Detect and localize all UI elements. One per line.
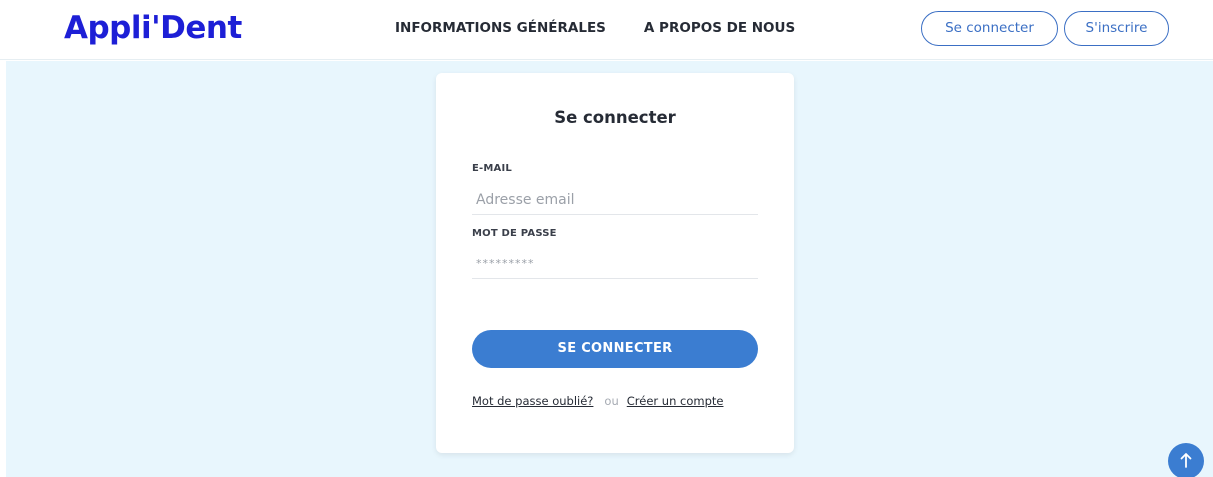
password-input[interactable] bbox=[472, 249, 758, 279]
arrow-up-icon bbox=[1180, 453, 1192, 468]
password-label: MOT DE PASSE bbox=[472, 228, 557, 239]
create-account-link[interactable]: Créer un compte bbox=[627, 394, 724, 408]
header-login-button[interactable]: Se connecter bbox=[921, 11, 1058, 46]
login-card: Se connecter E-MAIL MOT DE PASSE SE CONN… bbox=[436, 73, 794, 453]
email-label: E-MAIL bbox=[472, 163, 512, 174]
nav-link-about-us[interactable]: A PROPOS DE NOUS bbox=[644, 19, 795, 37]
main-nav: INFORMATIONS GÉNÉRALES A PROPOS DE NOUS bbox=[395, 19, 795, 37]
login-title: Se connecter bbox=[554, 108, 676, 127]
email-input[interactable] bbox=[472, 185, 758, 215]
site-header: Appli'Dent INFORMATIONS GÉNÉRALES A PROP… bbox=[0, 0, 1213, 60]
header-signup-button[interactable]: S'inscrire bbox=[1064, 11, 1169, 46]
submit-login-button[interactable]: SE CONNECTER bbox=[472, 330, 758, 368]
login-links: Mot de passe oublié? ou Créer un compte bbox=[472, 394, 762, 408]
or-separator: ou bbox=[604, 394, 619, 408]
nav-link-general-info[interactable]: INFORMATIONS GÉNÉRALES bbox=[395, 19, 606, 37]
scroll-to-top-button[interactable] bbox=[1168, 443, 1204, 477]
forgot-password-link[interactable]: Mot de passe oublié? bbox=[472, 394, 593, 408]
login-page: Appli'Dent INFORMATIONS GÉNÉRALES A PROP… bbox=[0, 0, 1213, 477]
site-logo[interactable]: Appli'Dent bbox=[64, 8, 242, 48]
